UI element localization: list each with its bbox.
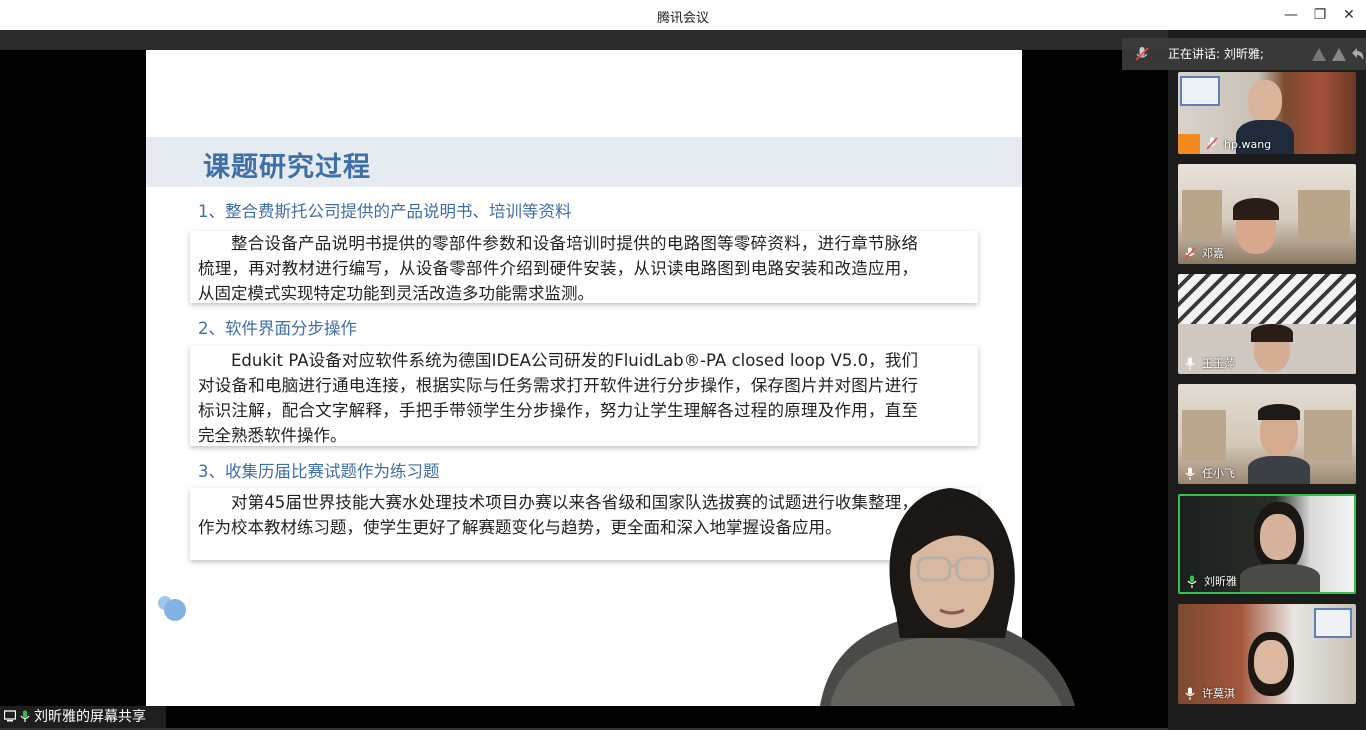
monitor-in-background bbox=[1180, 76, 1220, 106]
speaking-text: 正在讲话: 刘昕雅; bbox=[1168, 47, 1264, 61]
muted-mic-icon bbox=[1135, 47, 1149, 61]
bookshelf bbox=[1182, 410, 1226, 460]
section-heading-2: 2、软件界面分步操作 bbox=[198, 319, 357, 338]
bookshelf bbox=[1304, 410, 1352, 460]
muted-mic-icon bbox=[1184, 247, 1196, 260]
active-mic-icon bbox=[1187, 575, 1197, 588]
section-body-2: Edukit PA设备对应软件系统为德国IDEA公司研发的FluidLab®-P… bbox=[198, 351, 918, 445]
mic-icon bbox=[1185, 467, 1195, 480]
screen-share-icon bbox=[4, 710, 16, 722]
close-button[interactable]: ✕ bbox=[1338, 4, 1360, 26]
participant-tile[interactable]: 任小飞 bbox=[1178, 384, 1356, 484]
presenter-silhouette bbox=[820, 488, 1075, 706]
muted-mic-icon bbox=[1206, 137, 1218, 150]
participant-tile[interactable]: 许莫淇 bbox=[1178, 604, 1356, 704]
participant-hair bbox=[1251, 324, 1293, 342]
participant-name: 王玉萍 bbox=[1202, 357, 1235, 370]
participant-name: 刘昕雅 bbox=[1204, 575, 1237, 588]
decor-bubble-large bbox=[164, 599, 186, 621]
participant-tile[interactable]: 王玉萍 bbox=[1178, 274, 1356, 374]
back-arrow-icon[interactable] bbox=[1348, 45, 1366, 63]
avatar-badge bbox=[1178, 134, 1200, 154]
participant-name: hp.wang bbox=[1224, 138, 1272, 151]
screen-share-label: 刘昕雅的屏幕共享 bbox=[0, 706, 166, 728]
participant-hair bbox=[1258, 404, 1300, 420]
participant-hair bbox=[1233, 198, 1279, 220]
participant-tile-active[interactable]: 刘昕雅 bbox=[1178, 494, 1356, 594]
mic-icon bbox=[1185, 687, 1195, 700]
section-heading-3: 3、收集历届比赛试题作为练习题 bbox=[198, 462, 440, 481]
window-titlebar: 腾讯会议 — ❐ ✕ bbox=[0, 0, 1366, 30]
section-body-1: 整合设备产品说明书提供的零部件参数和设备培训时提供的电路图等零碎资料，进行章节脉… bbox=[198, 234, 918, 303]
restore-button[interactable]: ❐ bbox=[1309, 4, 1331, 26]
participant-body bbox=[1240, 564, 1320, 592]
slide-header-band: 课题研究过程 bbox=[146, 137, 1022, 187]
mic-icon bbox=[20, 710, 30, 722]
participant-face bbox=[1248, 80, 1282, 122]
participant-face bbox=[1254, 640, 1288, 684]
participant-name: 许莫淇 bbox=[1202, 687, 1235, 700]
participant-tile[interactable]: 邓嘉 bbox=[1178, 164, 1356, 264]
bookshelf bbox=[1182, 190, 1222, 240]
section-heading-1: 1、整合费斯托公司提供的产品说明书、培训等资料 bbox=[198, 202, 572, 221]
minimize-button[interactable]: — bbox=[1280, 4, 1302, 26]
participant-body bbox=[1248, 456, 1310, 484]
participant-name: 任小飞 bbox=[1202, 467, 1235, 480]
share-label-text: 刘昕雅的屏幕共享 bbox=[34, 709, 146, 725]
mic-icon bbox=[1185, 357, 1195, 370]
monitor-in-background bbox=[1314, 608, 1352, 638]
participant-tile[interactable]: hp.wang bbox=[1178, 72, 1356, 154]
slide-title: 课题研究过程 bbox=[203, 152, 371, 183]
speaking-indicator: 正在讲话: 刘昕雅; bbox=[1122, 38, 1366, 70]
layout-alt-icon[interactable] bbox=[1330, 45, 1348, 63]
layout-icon[interactable] bbox=[1310, 45, 1328, 63]
presenter-video[interactable] bbox=[800, 438, 1078, 706]
participant-face bbox=[1260, 514, 1296, 560]
bookshelf bbox=[1298, 190, 1350, 240]
participant-name: 邓嘉 bbox=[1202, 247, 1224, 260]
window-title: 腾讯会议 bbox=[656, 11, 709, 26]
